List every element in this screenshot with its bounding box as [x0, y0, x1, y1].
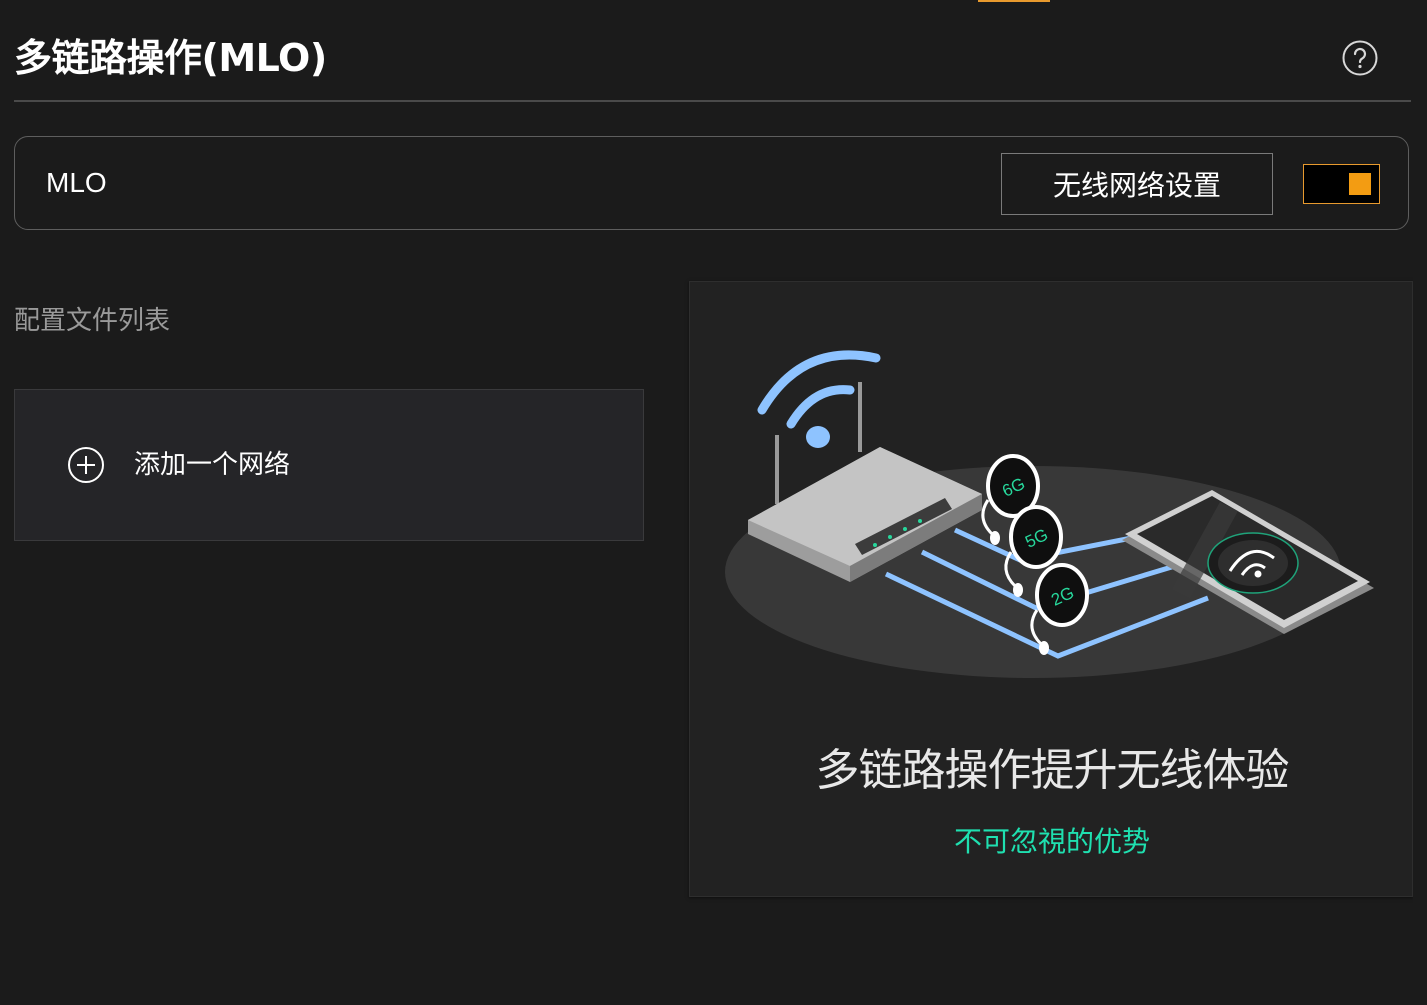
plus-circle-icon: [68, 447, 104, 483]
mlo-page: 多链路操作(MLO) MLO 无线网络设置 配置文件列表 添加一个网络 6G 5…: [0, 0, 1427, 1005]
active-tab-indicator: [978, 0, 1050, 2]
mlo-label: MLO: [46, 167, 107, 198]
title-divider: [14, 100, 1411, 102]
promo-headline: 多链路操作提升无线体验: [815, 745, 1290, 796]
profile-list-heading: 配置文件列表: [14, 306, 171, 336]
mlo-settings-card: MLO 无线网络设置: [14, 136, 1409, 230]
add-network-button[interactable]: 添加一个网络: [14, 389, 644, 541]
scroll-gutter: [1413, 0, 1427, 1005]
toggle-knob: [1349, 173, 1371, 195]
mlo-promo-card: 6G 5G 2G 多链路操作提升无线体验 不可忽視的优势: [689, 281, 1413, 897]
mlo-toggle[interactable]: [1303, 164, 1380, 204]
wifi-settings-button[interactable]: 无线网络设置: [1001, 153, 1273, 215]
add-network-label: 添加一个网络: [134, 450, 291, 480]
promo-subline: 不可忽視的优势: [953, 825, 1150, 858]
mlo-illustration: 6G 5G 2G: [725, 350, 1374, 678]
help-circle-icon[interactable]: [1342, 40, 1378, 76]
page-title: 多链路操作(MLO): [14, 36, 327, 80]
